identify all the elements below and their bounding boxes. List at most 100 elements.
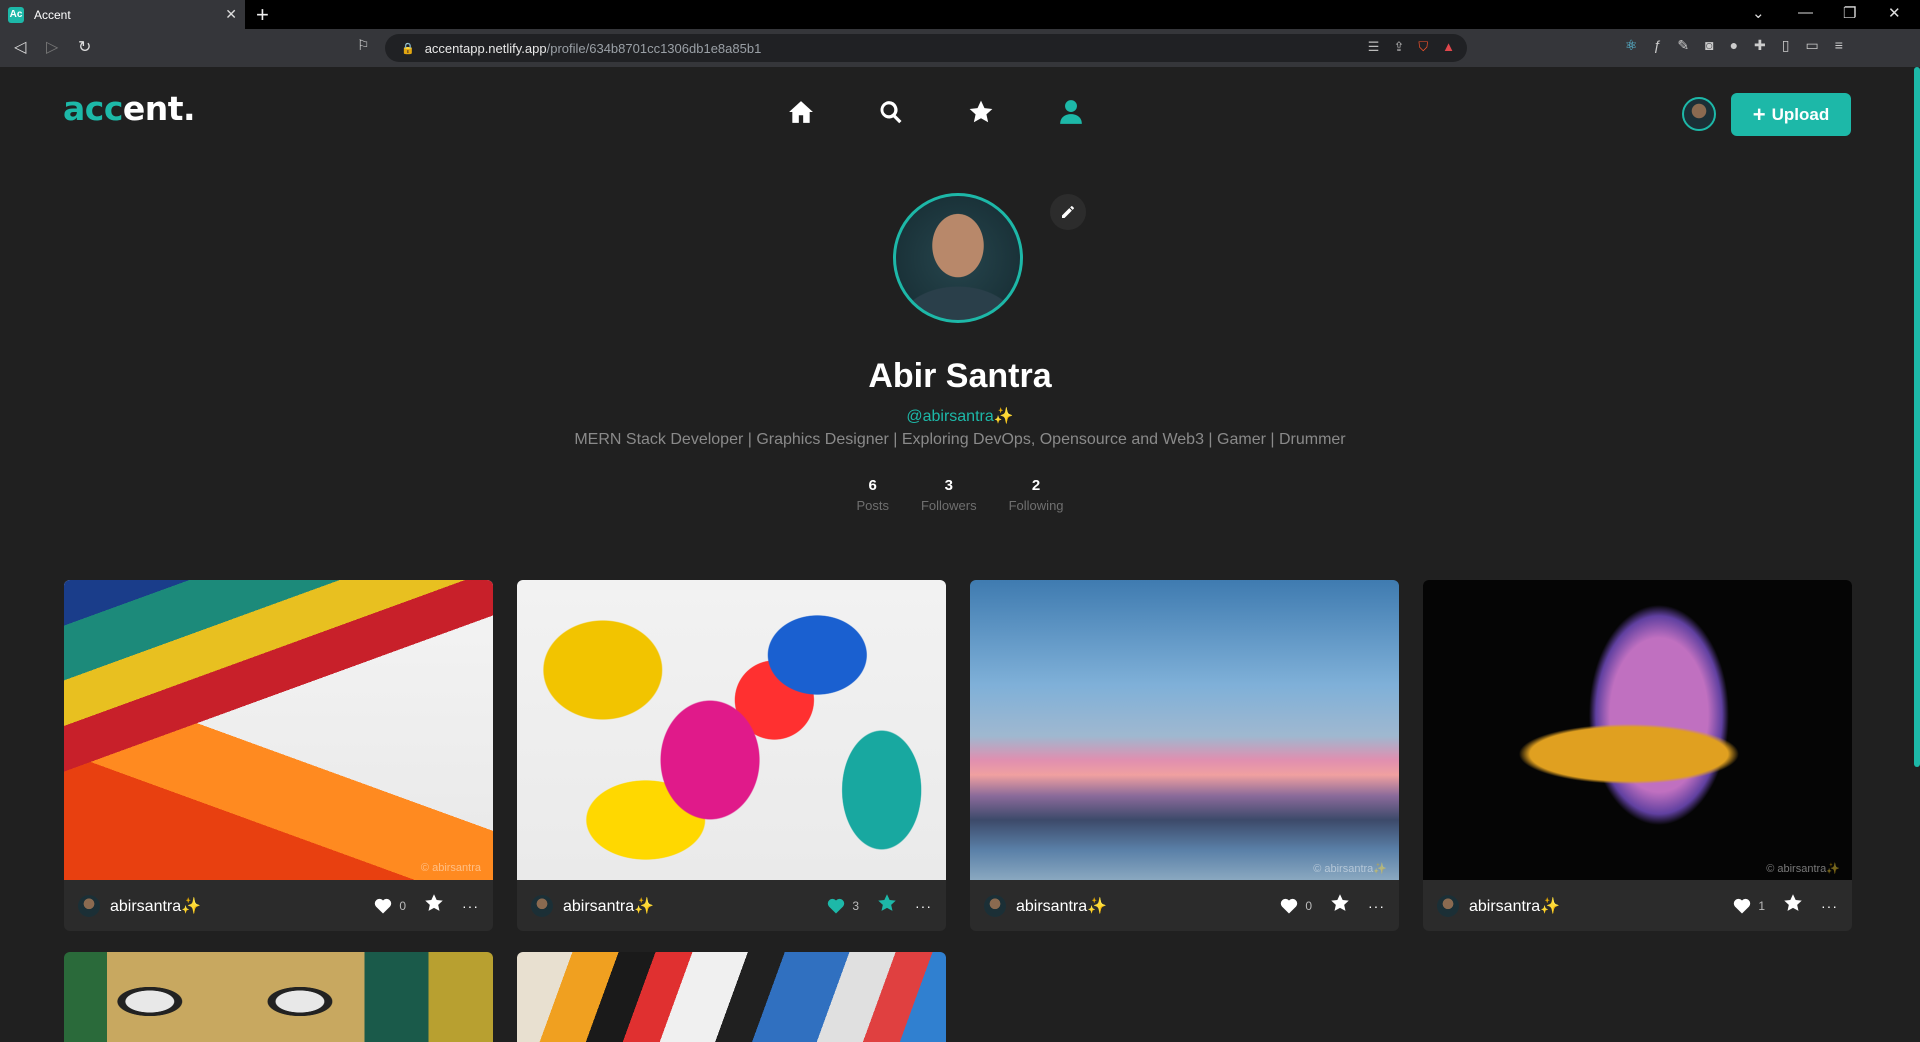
stat-following[interactable]: 2 Following	[1009, 477, 1064, 513]
post-author[interactable]: abirsantra✨	[563, 896, 826, 916]
upload-button[interactable]: + Upload	[1731, 93, 1851, 136]
profile-stats: 6 Posts 3 Followers 2 Following	[0, 477, 1920, 513]
post-author-avatar[interactable]	[78, 894, 100, 917]
browser-tab[interactable]: Ac Accent ✕	[0, 0, 245, 29]
post-card[interactable]: © abirsantra✨ abirsantra✨ 0 ···	[970, 580, 1399, 931]
edit-profile-button[interactable]	[1050, 194, 1086, 230]
stat-posts[interactable]: 6 Posts	[856, 477, 889, 513]
back-icon[interactable]: ◁	[14, 37, 26, 57]
tab-search-icon[interactable]: ⌄	[1752, 4, 1765, 22]
minimize-icon[interactable]: —	[1798, 4, 1813, 21]
more-options-icon[interactable]: ···	[462, 898, 479, 914]
close-tab-icon[interactable]: ✕	[225, 6, 237, 23]
address-bar[interactable]: 🔒 accentapp.netlify.app /profile/634b870…	[385, 34, 1467, 62]
browser-titlebar: Ac Accent ✕ + ⌄ — ❐ ✕	[0, 0, 1920, 29]
tab-title: Accent	[34, 7, 71, 22]
puzzle-icon[interactable]: ✚	[1754, 37, 1766, 54]
new-tab-icon[interactable]: +	[256, 2, 269, 28]
like-button[interactable]: 1	[1732, 896, 1765, 916]
star-icon[interactable]	[966, 97, 996, 127]
url-path: /profile/634b8701cc1306db1e8a85b1	[546, 40, 762, 56]
post-author-avatar[interactable]	[531, 894, 553, 917]
star-button[interactable]	[424, 893, 444, 918]
more-options-icon[interactable]: ···	[1368, 898, 1385, 914]
url-host: accentapp.netlify.app	[424, 40, 547, 56]
search-icon[interactable]	[876, 97, 906, 127]
brave-rewards-icon[interactable]: ▲	[1442, 39, 1455, 55]
post-image[interactable]	[1423, 580, 1852, 880]
extensions-bar: ⚛ ƒ ✎ ◙ ● ✚ ▯ ▭ ≡	[1625, 37, 1843, 54]
post-image[interactable]	[517, 580, 946, 880]
like-button[interactable]: 3	[826, 896, 859, 916]
heart-icon	[375, 898, 392, 913]
post-footer: abirsantra✨ 1 ···	[1423, 880, 1852, 931]
like-count: 0	[1305, 898, 1312, 913]
forward-icon[interactable]: ▷	[46, 37, 58, 57]
heart-icon	[828, 898, 845, 913]
more-options-icon[interactable]: ···	[915, 898, 932, 914]
plus-icon: +	[1752, 101, 1766, 127]
star-icon	[1784, 894, 1802, 911]
restore-icon[interactable]: ❐	[1843, 4, 1856, 22]
heart-icon	[1281, 898, 1298, 913]
share-icon[interactable]: ⇪	[1393, 39, 1404, 55]
like-button[interactable]: 0	[373, 896, 406, 916]
post-footer: abirsantra✨ 0 ···	[970, 880, 1399, 931]
menu-icon[interactable]: ≡	[1835, 37, 1843, 54]
reader-mode-icon[interactable]: ☰	[1368, 39, 1380, 55]
lock-icon: 🔒	[401, 42, 415, 55]
close-window-icon[interactable]: ✕	[1888, 4, 1901, 22]
profile-avatar	[893, 193, 1023, 323]
post-author-avatar[interactable]	[1437, 894, 1459, 917]
post-author-avatar[interactable]	[984, 894, 1006, 917]
post-author[interactable]: abirsantra✨	[1469, 896, 1732, 916]
brave-shield-icon[interactable]: ⛉	[1418, 39, 1428, 55]
favicon-icon: Ac	[8, 6, 24, 23]
post-image[interactable]	[64, 952, 493, 1042]
bookmark-icon[interactable]: ⚐	[357, 37, 370, 54]
wallet-icon[interactable]: ▭	[1805, 37, 1818, 54]
browser-toolbar: ◁ ▷ ↻ ⚐ 🔒 accentapp.netlify.app /profile…	[0, 29, 1920, 67]
app-page: accent. + Upload Abir Santra @abirsantra…	[0, 67, 1920, 1042]
pencil-icon	[1062, 206, 1074, 218]
home-icon[interactable]	[786, 97, 816, 127]
star-icon	[425, 894, 443, 911]
stat-followers[interactable]: 3 Followers	[921, 477, 977, 513]
reload-icon[interactable]: ↻	[78, 37, 91, 57]
star-icon	[1331, 894, 1349, 911]
star-button[interactable]	[1783, 893, 1803, 918]
extension-icon[interactable]: ●	[1730, 37, 1738, 54]
user-avatar[interactable]	[1682, 97, 1716, 131]
star-button[interactable]	[1330, 893, 1350, 918]
like-button[interactable]: 0	[1279, 896, 1312, 916]
more-options-icon[interactable]: ···	[1821, 898, 1838, 914]
logo[interactable]: accent.	[63, 89, 196, 128]
main-nav	[786, 97, 1086, 127]
profile-handle: @abirsantra✨	[906, 408, 1014, 425]
profile-name: Abir Santra	[868, 357, 1052, 395]
post-card[interactable]: © abirsantra✨ abirsantra✨ 1 ···	[1423, 580, 1852, 931]
color-picker-icon[interactable]: ✎	[1677, 37, 1689, 54]
like-count: 3	[852, 898, 859, 913]
like-count: 1	[1758, 898, 1765, 913]
watermark: © abirsantra✨	[1766, 863, 1840, 875]
post-image[interactable]	[970, 580, 1399, 880]
fontface-icon[interactable]: ƒ	[1654, 37, 1662, 54]
post-image[interactable]	[64, 580, 493, 880]
watermark: © abirsantra	[420, 862, 481, 874]
screenshot-icon[interactable]: ◙	[1705, 37, 1713, 54]
post-footer: abirsantra✨ 3 ···	[517, 880, 946, 931]
post-card[interactable]: abirsantra✨ 3 ···	[517, 580, 946, 931]
post-author[interactable]: abirsantra✨	[110, 896, 373, 916]
profile-bio: MERN Stack Developer | Graphics Designer…	[574, 431, 1346, 448]
post-card[interactable]: © abirsantra abirsantra✨ 0 ···	[64, 580, 493, 931]
post-author[interactable]: abirsantra✨	[1016, 896, 1279, 916]
sidebar-icon[interactable]: ▯	[1782, 37, 1790, 54]
post-image[interactable]	[517, 952, 946, 1042]
watermark: © abirsantra✨	[1313, 863, 1387, 875]
heart-icon	[1734, 898, 1751, 913]
star-icon	[878, 894, 896, 911]
profile-icon[interactable]	[1056, 97, 1086, 127]
react-devtools-icon[interactable]: ⚛	[1625, 37, 1638, 54]
star-button[interactable]	[877, 893, 897, 918]
